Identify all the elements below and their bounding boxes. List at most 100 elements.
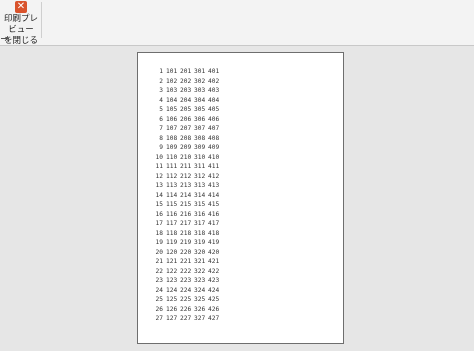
table-cell: 110 — [166, 153, 178, 161]
table-cell: 27 — [155, 315, 163, 322]
table-cell: 408 — [208, 134, 220, 142]
close-print-preview-label: 印刷プレビュー を閉じる — [3, 14, 38, 46]
table-cell: 227 — [180, 315, 192, 322]
table-cell: 321 — [194, 258, 206, 265]
table-cell: 320 — [194, 248, 206, 256]
table-cell: 122 — [166, 267, 178, 275]
table-cell: 111 — [166, 163, 178, 170]
close-icon: ✕ — [15, 1, 27, 13]
table-cell: 119 — [166, 239, 178, 246]
table-row: 22 122 222 322 422 — [152, 267, 220, 277]
table-cell: 124 — [166, 286, 178, 294]
table-cell: 404 — [208, 96, 220, 104]
table-cell: 307 — [194, 125, 206, 132]
table-cell: 212 — [180, 172, 192, 180]
table-cell: 418 — [208, 229, 220, 237]
table-row: 3 103 203 303 403 — [152, 86, 220, 96]
table-row: 25 125 225 325 425 — [152, 295, 220, 305]
table-cell: 426 — [208, 305, 220, 313]
table-cell: 424 — [208, 286, 220, 294]
table-cell: 20 — [155, 248, 163, 256]
table-cell: 126 — [166, 305, 178, 313]
table-cell: 319 — [194, 239, 206, 246]
table-cell: 206 — [180, 115, 192, 123]
table-row: 14 114 214 314 414 — [152, 191, 220, 201]
table-cell: 415 — [208, 201, 220, 208]
table-row: 9 109 209 309 409 — [152, 143, 220, 153]
table-cell: 13 — [155, 182, 163, 189]
table-row: 6 106 206 306 406 — [152, 115, 220, 125]
table-cell: 306 — [194, 115, 206, 123]
table-cell: 417 — [208, 220, 220, 227]
table-cell: 208 — [180, 134, 192, 142]
table-cell: 201 — [180, 68, 192, 75]
table-row: 7 107 207 307 407 — [152, 124, 220, 134]
table-row: 18 118 218 318 418 — [152, 229, 220, 239]
table-cell: 402 — [208, 77, 220, 85]
table-cell: 326 — [194, 305, 206, 313]
table-cell: 24 — [155, 286, 163, 294]
table-row: 10 110 210 310 410 — [152, 153, 220, 163]
table-cell: 26 — [155, 305, 163, 313]
ribbon-collapse-handle[interactable] — [1, 38, 9, 39]
table-cell: 210 — [180, 153, 192, 161]
table-cell: 113 — [166, 182, 178, 189]
table-cell: 4 — [159, 96, 163, 104]
table-cell: 414 — [208, 191, 220, 199]
table-cell: 416 — [208, 210, 220, 218]
table-cell: 123 — [166, 277, 178, 284]
table-cell: 419 — [208, 239, 220, 246]
table-cell: 427 — [208, 315, 220, 322]
ribbon-divider — [41, 2, 42, 38]
table-cell: 216 — [180, 210, 192, 218]
table-cell: 301 — [194, 68, 206, 75]
table-cell: 224 — [180, 286, 192, 294]
table-cell: 412 — [208, 172, 220, 180]
table-cell: 425 — [208, 296, 220, 303]
table-row: 19 119 219 319 419 — [152, 238, 220, 248]
table-cell: 109 — [166, 144, 178, 151]
table-cell: 102 — [166, 77, 178, 85]
table-cell: 117 — [166, 220, 178, 227]
table-cell: 409 — [208, 144, 220, 151]
table-row: 13 113 213 313 413 — [152, 181, 220, 191]
table-cell: 322 — [194, 267, 206, 275]
table-cell: 422 — [208, 267, 220, 275]
table-cell: 10 — [155, 153, 163, 161]
table-cell: 327 — [194, 315, 206, 322]
table-cell: 218 — [180, 229, 192, 237]
table-cell: 204 — [180, 96, 192, 104]
table-row: 2 102 202 302 402 — [152, 77, 220, 87]
table-cell: 209 — [180, 144, 192, 151]
table-cell: 226 — [180, 305, 192, 313]
table-cell: 215 — [180, 201, 192, 208]
table-cell: 121 — [166, 258, 178, 265]
table-cell: 318 — [194, 229, 206, 237]
table-cell: 401 — [208, 68, 220, 75]
table-cell: 312 — [194, 172, 206, 180]
table-cell: 311 — [194, 163, 206, 170]
table-cell: 9 — [159, 144, 163, 151]
table-row: 24 124 224 324 424 — [152, 286, 220, 296]
table-cell: 101 — [166, 68, 178, 75]
table-cell: 421 — [208, 258, 220, 265]
table-row: 11 111 211 311 411 — [152, 162, 220, 172]
table-cell: 214 — [180, 191, 192, 199]
table-cell: 310 — [194, 153, 206, 161]
table-cell: 25 — [155, 296, 163, 303]
table-row: 8 108 208 308 408 — [152, 134, 220, 144]
table-cell: 23 — [155, 277, 163, 284]
table-cell: 314 — [194, 191, 206, 199]
ribbon-toolbar: ✕ 印刷プレビュー を閉じる — [0, 0, 474, 46]
table-cell: 413 — [208, 182, 220, 189]
table-cell: 14 — [155, 191, 163, 199]
table-cell: 202 — [180, 77, 192, 85]
table-cell: 8 — [159, 134, 163, 142]
close-print-preview-button[interactable]: ✕ 印刷プレビュー を閉じる — [0, 0, 42, 46]
table-cell: 411 — [208, 163, 220, 170]
table-row: 21 121 221 321 421 — [152, 257, 220, 267]
table-cell: 313 — [194, 182, 206, 189]
table-cell: 16 — [155, 210, 163, 218]
table-cell: 125 — [166, 296, 178, 303]
table-cell: 423 — [208, 277, 220, 284]
